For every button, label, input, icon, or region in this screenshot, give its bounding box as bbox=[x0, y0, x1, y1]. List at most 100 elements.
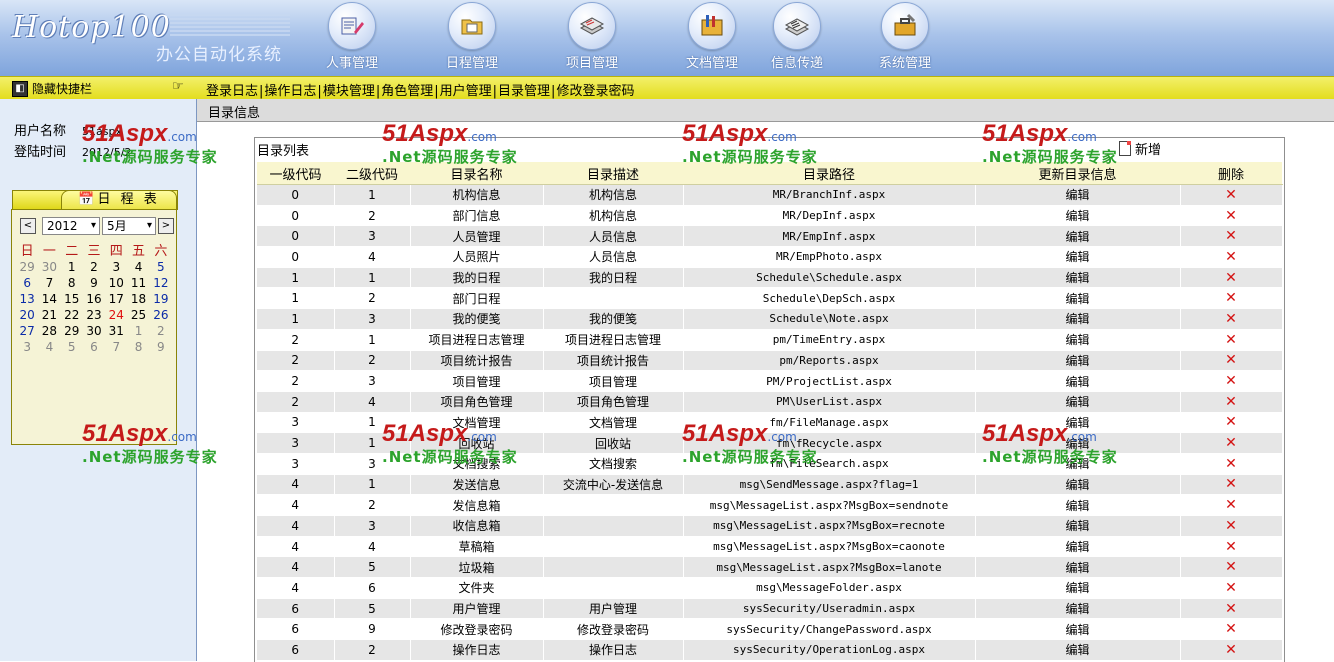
edit-link[interactable]: 编辑 bbox=[975, 246, 1181, 268]
delete-icon[interactable]: ✕ bbox=[1225, 642, 1237, 658]
edit-link[interactable]: 编辑 bbox=[975, 391, 1181, 413]
link-login-log[interactable]: 登录日志 bbox=[206, 84, 258, 99]
calendar-day[interactable]: 27 bbox=[16, 323, 38, 339]
calendar-day[interactable]: 13 bbox=[16, 291, 38, 307]
calendar-day-today[interactable]: 24 bbox=[105, 307, 127, 323]
calendar-day[interactable]: 5 bbox=[150, 259, 172, 275]
delete-icon[interactable]: ✕ bbox=[1225, 580, 1237, 596]
calendar-day[interactable]: 2 bbox=[83, 259, 105, 275]
edit-link[interactable]: 编辑 bbox=[975, 350, 1181, 372]
edit-link[interactable]: 编辑 bbox=[975, 329, 1181, 351]
edit-link[interactable]: 编辑 bbox=[975, 225, 1181, 248]
calendar-day[interactable]: 10 bbox=[105, 275, 127, 291]
edit-link[interactable]: 编辑 bbox=[975, 453, 1181, 475]
link-role-manage[interactable]: 角色管理 bbox=[381, 84, 433, 99]
delete-icon[interactable]: ✕ bbox=[1225, 435, 1237, 451]
nav-schedule[interactable]: 日程管理 bbox=[432, 0, 512, 76]
edit-link[interactable]: 编辑 bbox=[975, 536, 1181, 558]
nav-personnel[interactable]: 人事管理 bbox=[312, 0, 392, 76]
calendar-day[interactable]: 19 bbox=[150, 291, 172, 307]
nav-document[interactable]: 文档管理 bbox=[672, 0, 752, 76]
nav-project[interactable]: 项目管理 bbox=[552, 0, 632, 76]
link-module-manage[interactable]: 模块管理 bbox=[323, 84, 375, 99]
calendar-day[interactable]: 8 bbox=[61, 275, 83, 291]
calendar-day[interactable]: 3 bbox=[105, 259, 127, 275]
delete-icon[interactable]: ✕ bbox=[1225, 456, 1237, 472]
edit-link[interactable]: 编辑 bbox=[975, 267, 1181, 289]
calendar-day[interactable]: 7 bbox=[38, 275, 60, 291]
edit-link[interactable]: 编辑 bbox=[975, 515, 1181, 537]
delete-icon[interactable]: ✕ bbox=[1225, 187, 1237, 203]
year-select[interactable]: 2012 bbox=[42, 217, 100, 235]
calendar-day[interactable]: 3 bbox=[16, 339, 38, 355]
calendar-day[interactable]: 30 bbox=[38, 259, 60, 275]
link-user-manage[interactable]: 用户管理 bbox=[440, 84, 492, 99]
edit-link[interactable]: 编辑 bbox=[975, 287, 1181, 310]
link-change-password[interactable]: 修改登录密码 bbox=[556, 84, 634, 99]
calendar-day[interactable]: 18 bbox=[127, 291, 149, 307]
delete-icon[interactable]: ✕ bbox=[1225, 414, 1237, 430]
add-directory-button[interactable]: 新增 bbox=[1119, 139, 1161, 158]
delete-icon[interactable]: ✕ bbox=[1225, 559, 1237, 575]
calendar-day[interactable]: 23 bbox=[83, 307, 105, 323]
calendar-day[interactable]: 6 bbox=[16, 275, 38, 291]
calendar-day[interactable]: 26 bbox=[150, 307, 172, 323]
nav-message[interactable]: 信息传递 bbox=[757, 0, 837, 76]
month-select[interactable]: 5月 bbox=[102, 217, 156, 235]
calendar-day[interactable]: 11 bbox=[127, 275, 149, 291]
calendar-day[interactable]: 21 bbox=[38, 307, 60, 323]
calendar-day[interactable]: 15 bbox=[61, 291, 83, 307]
calendar-day[interactable]: 25 bbox=[127, 307, 149, 323]
calendar-day[interactable]: 4 bbox=[38, 339, 60, 355]
calendar-day[interactable]: 20 bbox=[16, 307, 38, 323]
hide-quickbar-button[interactable]: ◧ 隐藏快捷栏 bbox=[12, 80, 92, 97]
delete-icon[interactable]: ✕ bbox=[1225, 373, 1237, 389]
delete-icon[interactable]: ✕ bbox=[1225, 332, 1237, 348]
calendar-day[interactable]: 8 bbox=[127, 339, 149, 355]
edit-link[interactable]: 编辑 bbox=[975, 370, 1181, 392]
edit-link[interactable]: 编辑 bbox=[975, 412, 1181, 434]
edit-link[interactable]: 编辑 bbox=[975, 474, 1181, 496]
delete-icon[interactable]: ✕ bbox=[1225, 601, 1237, 617]
delete-icon[interactable]: ✕ bbox=[1225, 228, 1237, 244]
edit-link[interactable]: 编辑 bbox=[975, 639, 1181, 661]
calendar-day[interactable]: 9 bbox=[83, 275, 105, 291]
calendar-day[interactable]: 9 bbox=[150, 339, 172, 355]
link-directory-manage[interactable]: 目录管理 bbox=[498, 84, 550, 99]
calendar-day[interactable]: 29 bbox=[16, 259, 38, 275]
calendar-day[interactable]: 6 bbox=[83, 339, 105, 355]
link-operation-log[interactable]: 操作日志 bbox=[264, 84, 316, 99]
edit-link[interactable]: 编辑 bbox=[975, 432, 1181, 454]
delete-icon[interactable]: ✕ bbox=[1225, 394, 1237, 410]
edit-link[interactable]: 编辑 bbox=[975, 205, 1181, 227]
calendar-day[interactable]: 14 bbox=[38, 291, 60, 307]
calendar-day[interactable]: 1 bbox=[61, 259, 83, 275]
calendar-day[interactable]: 1 bbox=[127, 323, 149, 339]
delete-icon[interactable]: ✕ bbox=[1225, 539, 1237, 555]
calendar-day[interactable]: 7 bbox=[105, 339, 127, 355]
calendar-day[interactable]: 5 bbox=[61, 339, 83, 355]
delete-icon[interactable]: ✕ bbox=[1225, 476, 1237, 492]
delete-icon[interactable]: ✕ bbox=[1225, 208, 1237, 224]
delete-icon[interactable]: ✕ bbox=[1225, 518, 1237, 534]
delete-icon[interactable]: ✕ bbox=[1225, 270, 1237, 286]
calendar-day[interactable]: 17 bbox=[105, 291, 127, 307]
calendar-day[interactable]: 31 bbox=[105, 323, 127, 339]
calendar-day[interactable]: 28 bbox=[38, 323, 60, 339]
edit-link[interactable]: 编辑 bbox=[975, 556, 1181, 579]
calendar-day[interactable]: 22 bbox=[61, 307, 83, 323]
calendar-day[interactable]: 30 bbox=[83, 323, 105, 339]
delete-icon[interactable]: ✕ bbox=[1225, 497, 1237, 513]
calendar-day[interactable]: 29 bbox=[61, 323, 83, 339]
calendar-day[interactable]: 2 bbox=[150, 323, 172, 339]
calendar-day[interactable]: 4 bbox=[127, 259, 149, 275]
delete-icon[interactable]: ✕ bbox=[1225, 311, 1237, 327]
delete-icon[interactable]: ✕ bbox=[1225, 290, 1237, 306]
delete-icon[interactable]: ✕ bbox=[1225, 352, 1237, 368]
edit-link[interactable]: 编辑 bbox=[975, 184, 1181, 206]
next-month-button[interactable]: > bbox=[158, 218, 174, 234]
delete-icon[interactable]: ✕ bbox=[1225, 249, 1237, 265]
calendar-day[interactable]: 16 bbox=[83, 291, 105, 307]
calendar-day[interactable]: 12 bbox=[150, 275, 172, 291]
nav-system[interactable]: 系统管理 bbox=[865, 0, 945, 76]
